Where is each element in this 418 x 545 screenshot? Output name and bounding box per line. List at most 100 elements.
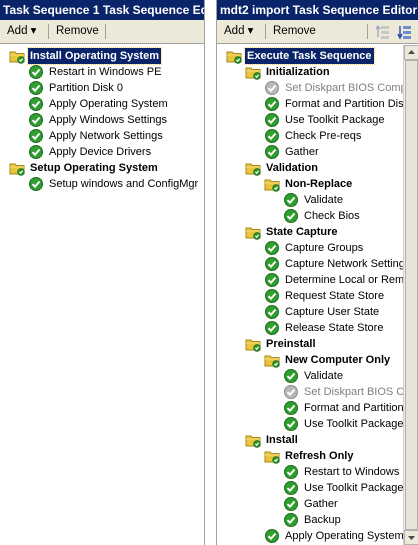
scroll-up-arrow[interactable]	[404, 45, 418, 60]
toolbar-separator	[105, 24, 106, 39]
green-check-icon	[264, 96, 280, 112]
green-check-icon	[283, 400, 299, 416]
tree-item-label: Gather	[285, 146, 319, 158]
tree-item-label: Apply Network Settings	[49, 130, 163, 142]
green-check-icon	[264, 288, 280, 304]
tree-item-label: Refresh Only	[285, 450, 354, 462]
add-button[interactable]: Add ▾	[221, 23, 256, 40]
green-check-icon	[283, 464, 299, 480]
move-down-icon[interactable]	[397, 24, 413, 40]
tree-item-label: Set Diskpart BIOS Compatibi	[285, 82, 418, 94]
window-title: Task Sequence 1 Task Sequence Ed	[0, 0, 204, 20]
tree-item-label: Capture User State	[285, 306, 380, 318]
add-label: Add	[224, 25, 245, 37]
folder-icon	[264, 448, 280, 464]
toolbar: Add ▾ Remove	[0, 20, 204, 44]
green-check-icon	[264, 128, 280, 144]
tree-item-label: Gather	[304, 498, 338, 510]
green-check-icon	[264, 272, 280, 288]
green-check-icon	[264, 112, 280, 128]
green-check-icon	[264, 304, 280, 320]
tree-item-label: Use Toolkit Package	[304, 418, 404, 430]
green-check-icon	[28, 112, 44, 128]
tree-item-label: Setup Operating System	[30, 162, 158, 174]
remove-button[interactable]: Remove	[270, 23, 319, 40]
task-sequence-tree[interactable]: Execute Task Sequence Initialization Set D…	[217, 45, 418, 545]
remove-button[interactable]: Remove	[53, 23, 102, 40]
tree-item-label: Check Bios	[304, 210, 360, 222]
window-title: mdt2 import Task Sequence Editor	[217, 0, 418, 20]
tree-item-label: Use Toolkit Package	[285, 114, 385, 126]
chevron-down-icon: ▾	[30, 25, 37, 37]
tree-item-label: Apply Operating System Ima	[285, 530, 418, 542]
task-sequence-tree[interactable]: Install Operating System Restart in Windo…	[0, 45, 204, 545]
green-check-icon	[264, 240, 280, 256]
tree-item-label: Set Diskpart BIOS Compa	[304, 386, 418, 398]
add-label: Add	[7, 25, 28, 37]
folder-icon	[9, 48, 25, 64]
green-check-icon	[283, 368, 299, 384]
tree-item-label: State Capture	[266, 226, 338, 238]
green-check-icon	[28, 176, 44, 192]
scroll-thumb[interactable]	[405, 60, 418, 530]
folder-icon	[245, 160, 261, 176]
scroll-down-arrow[interactable]	[404, 530, 418, 545]
green-check-icon	[28, 80, 44, 96]
tree-item-label: Check Pre-reqs	[285, 130, 362, 142]
tree-item-label: Apply Device Drivers	[49, 146, 152, 158]
green-check-icon	[283, 496, 299, 512]
folder-icon	[245, 224, 261, 240]
green-check-icon	[28, 128, 44, 144]
tree-item-label: Partition Disk 0	[49, 82, 123, 94]
tree-item-label: Initialization	[266, 66, 330, 78]
vertical-scrollbar[interactable]	[403, 45, 418, 545]
green-check-icon	[28, 64, 44, 80]
folder-icon	[264, 352, 280, 368]
green-check-icon	[264, 528, 280, 544]
tree-item-label: Apply Windows Settings	[49, 114, 167, 126]
green-check-icon	[283, 512, 299, 528]
tree-item-label: Setup windows and ConfigMgr	[49, 178, 199, 190]
grey-check-icon	[283, 384, 299, 400]
toolbar-separator	[367, 24, 368, 39]
tree-item-label: Execute Task Sequence	[244, 47, 375, 65]
add-button[interactable]: Add ▾	[4, 23, 39, 40]
tree-item-label: Preinstall	[266, 338, 316, 350]
right-editor-pane: mdt2 import Task Sequence Editor Add ▾ R…	[216, 0, 418, 545]
folder-icon	[245, 336, 261, 352]
tree-item-label: Install	[266, 434, 298, 446]
tree-item-label: Request State Store	[285, 290, 385, 302]
folder-icon	[245, 432, 261, 448]
tree-item-label: Apply Operating System	[49, 98, 168, 110]
tree-item-label: Validate	[304, 194, 343, 206]
tree-item-label: Determine Local or Remote U	[285, 274, 418, 286]
left-editor-pane: Task Sequence 1 Task Sequence Ed Add ▾ R…	[0, 0, 205, 545]
toolbar: Add ▾ Remove	[217, 20, 418, 44]
green-check-icon	[283, 208, 299, 224]
tree-item-label: Use Toolkit Package	[304, 482, 404, 494]
tree-item-label: Capture Network Settings	[285, 258, 411, 270]
green-check-icon	[28, 96, 44, 112]
tree-item-label: Restart to Windows PE	[304, 466, 418, 478]
toolbar-separator	[265, 24, 266, 39]
tree-item-label: Validate	[304, 370, 343, 382]
move-up-icon[interactable]	[375, 24, 391, 40]
tree-item-label: Validation	[266, 162, 318, 174]
tree-item-label: Format and Partition Disl	[304, 402, 418, 414]
tree-item-label: New Computer Only	[285, 354, 391, 366]
folder-icon	[245, 64, 261, 80]
pane-splitter	[205, 0, 215, 545]
green-check-icon	[264, 144, 280, 160]
toolbar-separator	[48, 24, 49, 39]
tree-item-label: Backup	[304, 514, 341, 526]
tree-item-label: Capture Groups	[285, 242, 364, 254]
tree-item-label: Install Operating System	[27, 47, 162, 65]
green-check-icon	[28, 144, 44, 160]
green-check-icon	[264, 320, 280, 336]
arrow-up-icon	[408, 50, 415, 54]
chevron-down-icon: ▾	[247, 25, 254, 37]
grey-check-icon	[264, 80, 280, 96]
tree-item-label: Non-Replace	[285, 178, 353, 190]
folder-icon	[264, 176, 280, 192]
green-check-icon	[283, 192, 299, 208]
